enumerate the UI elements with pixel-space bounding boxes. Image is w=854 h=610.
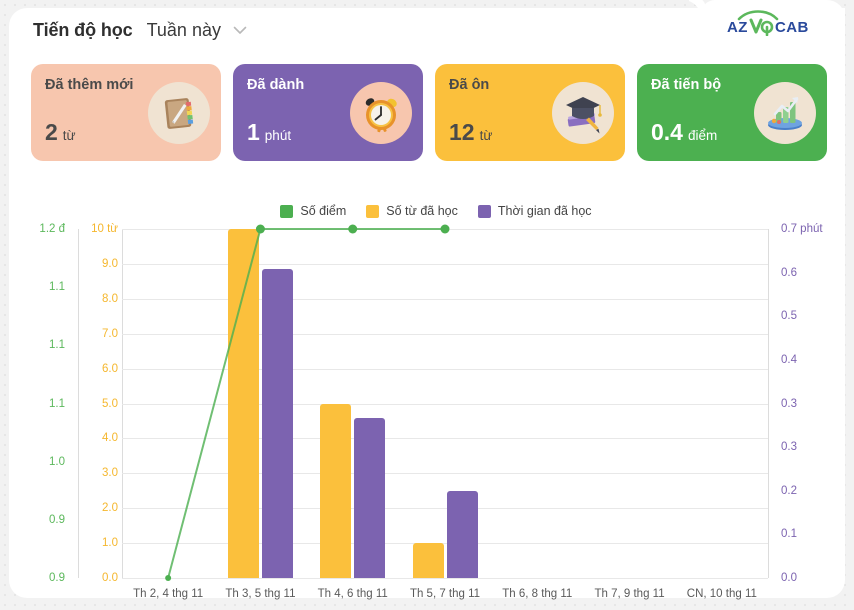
legend-swatch xyxy=(280,204,294,218)
axis-tick-label: 0.7 phút xyxy=(781,223,823,235)
stat-card-value-group: 1 phút xyxy=(247,119,291,146)
bar-time-studied[interactable] xyxy=(261,268,293,578)
stat-card-progress[interactable]: Đã tiến bộ 0.4 điểm xyxy=(637,64,827,161)
stat-card-number: 0.4 xyxy=(651,119,683,145)
chart-legend: Số điểm Số từ đã học Thời gian đã học xyxy=(9,204,854,218)
axis-tick-label: 1.1 xyxy=(49,339,65,352)
axis-tick-label: 0.9 xyxy=(49,513,65,526)
axis-tick-label: 7.0 xyxy=(102,327,118,340)
axis-tick-label: 3.0 xyxy=(102,467,118,480)
legend-label: Thời gian đã học xyxy=(497,204,592,218)
stat-cards: Đã thêm mới 2 từ Đã dành 1 phút Đã ôn 12… xyxy=(31,64,827,161)
stat-card-unit: từ xyxy=(479,128,493,143)
azvocab-logo-icon: AZ CAB xyxy=(727,10,809,36)
svg-text:AZ: AZ xyxy=(727,19,748,36)
brand-logo[interactable]: AZ CAB xyxy=(721,9,825,37)
gridline xyxy=(122,403,768,405)
main-panel: AZ CAB Tiến độ học Tuần này Đã thêm mới … xyxy=(9,0,845,600)
panel-header: Tiến độ học Tuần này xyxy=(33,20,247,41)
axis-tick-label: 5.0 xyxy=(102,397,118,410)
logo-tab: AZ CAB xyxy=(701,0,845,42)
gridline xyxy=(122,473,768,475)
axis-tick-label: 0.1 xyxy=(781,528,797,541)
stat-card-unit: điểm xyxy=(687,128,718,143)
stat-card-label: Đã dành xyxy=(247,77,305,93)
gridline xyxy=(122,543,768,545)
x-axis-label: Th 7, 9 thg 11 xyxy=(594,588,665,600)
axis-tick-label: 10 từ xyxy=(91,223,118,235)
axis-tick-label: 2.0 xyxy=(102,502,118,515)
plot-area xyxy=(122,224,768,581)
bar-words-learned[interactable] xyxy=(412,543,444,578)
stat-card-time-spent[interactable]: Đã dành 1 phút xyxy=(233,64,423,161)
axis-tick-label: 1.0 xyxy=(49,455,65,468)
stat-card-unit: từ xyxy=(62,128,76,143)
stat-card-unit: phút xyxy=(264,128,292,143)
axis-tick-label: 0.4 xyxy=(781,353,797,366)
bar-words-learned[interactable] xyxy=(227,229,259,578)
x-axis-label: Th 2, 4 thg 11 xyxy=(133,588,204,600)
axis-tick-label: 8.0 xyxy=(102,292,118,305)
stat-card-number: 2 xyxy=(45,119,58,145)
stat-card-label: Đã ôn xyxy=(449,77,490,93)
legend-swatch xyxy=(477,204,491,218)
axis-tick-label: 0.3 xyxy=(781,441,797,454)
chevron-down-icon xyxy=(233,26,247,34)
page-title: Tiến độ học xyxy=(33,20,133,40)
stat-card-reviewed[interactable]: Đã ôn 12 từ xyxy=(435,64,625,161)
svg-text:CAB: CAB xyxy=(775,19,809,36)
x-axis-label: Th 4, 6 thg 11 xyxy=(317,588,388,600)
legend-swatch xyxy=(366,204,380,218)
gridline xyxy=(122,298,768,300)
stat-card-value-group: 0.4 điểm xyxy=(651,119,717,146)
axis-tick-label: 0.3 xyxy=(781,397,797,410)
x-axis-label: CN, 10 thg 11 xyxy=(686,588,757,600)
axis-tick-label: 1.2 đ xyxy=(39,223,65,235)
axis-tick-label: 4.0 xyxy=(102,432,118,445)
gridline xyxy=(122,438,768,440)
gridline xyxy=(122,229,768,230)
axis-tick-label: 1.1 xyxy=(49,281,65,294)
axis-tick-label: 6.0 xyxy=(102,362,118,375)
period-selector-value: Tuần này xyxy=(146,20,221,40)
axis-tick-label: 0.0 xyxy=(781,572,797,584)
gridline xyxy=(122,368,768,370)
legend-item[interactable]: Thời gian đã học xyxy=(477,204,592,218)
gridline xyxy=(122,333,768,335)
stat-card-label: Đã thêm mới xyxy=(45,77,134,93)
axis-tick-label: 1.1 xyxy=(49,397,65,410)
legend-label: Số điểm xyxy=(300,204,347,218)
stat-card-number: 12 xyxy=(449,119,475,145)
axis-tick-label: 0.0 xyxy=(102,572,118,584)
chart: 1.2 đ 1.1 1.1 1.1 1.0 0.9 0.9 10 từ 9.0 8.0 7.0 6.… xyxy=(9,220,854,610)
bar-words-learned[interactable] xyxy=(320,403,352,578)
stat-card-label: Đã tiến bộ xyxy=(651,77,722,93)
bar-time-studied[interactable] xyxy=(446,490,478,578)
stat-card-number: 1 xyxy=(247,119,260,145)
gridline xyxy=(122,578,768,579)
axis-right-line xyxy=(768,229,769,578)
legend-item[interactable]: Số điểm xyxy=(280,204,346,218)
axis-tick-label: 0.5 xyxy=(781,310,797,323)
gridline xyxy=(122,508,768,510)
stat-card-value-group: 12 từ xyxy=(449,119,492,146)
gridline xyxy=(122,263,768,265)
axis-tick-label: 0.2 xyxy=(781,484,797,497)
legend-item[interactable]: Số từ đã học xyxy=(366,204,458,218)
stat-card-value-group: 2 từ xyxy=(45,119,76,146)
axis-tick-label: 9.0 xyxy=(102,257,118,270)
x-axis-label: Th 3, 5 thg 11 xyxy=(225,588,296,600)
period-selector[interactable]: Tuần này xyxy=(147,20,247,41)
x-axis-label: Th 6, 8 thg 11 xyxy=(502,588,573,600)
axis-tick-label: 0.6 xyxy=(781,266,797,279)
bar-time-studied[interactable] xyxy=(354,418,386,578)
axis-tick-label: 0.9 xyxy=(49,572,65,584)
axis-tick-label: 1.0 xyxy=(102,537,118,550)
x-axis-label: Th 5, 7 thg 11 xyxy=(409,588,481,600)
legend-label: Số từ đã học xyxy=(386,204,458,218)
stat-card-added[interactable]: Đã thêm mới 2 từ xyxy=(31,64,221,161)
